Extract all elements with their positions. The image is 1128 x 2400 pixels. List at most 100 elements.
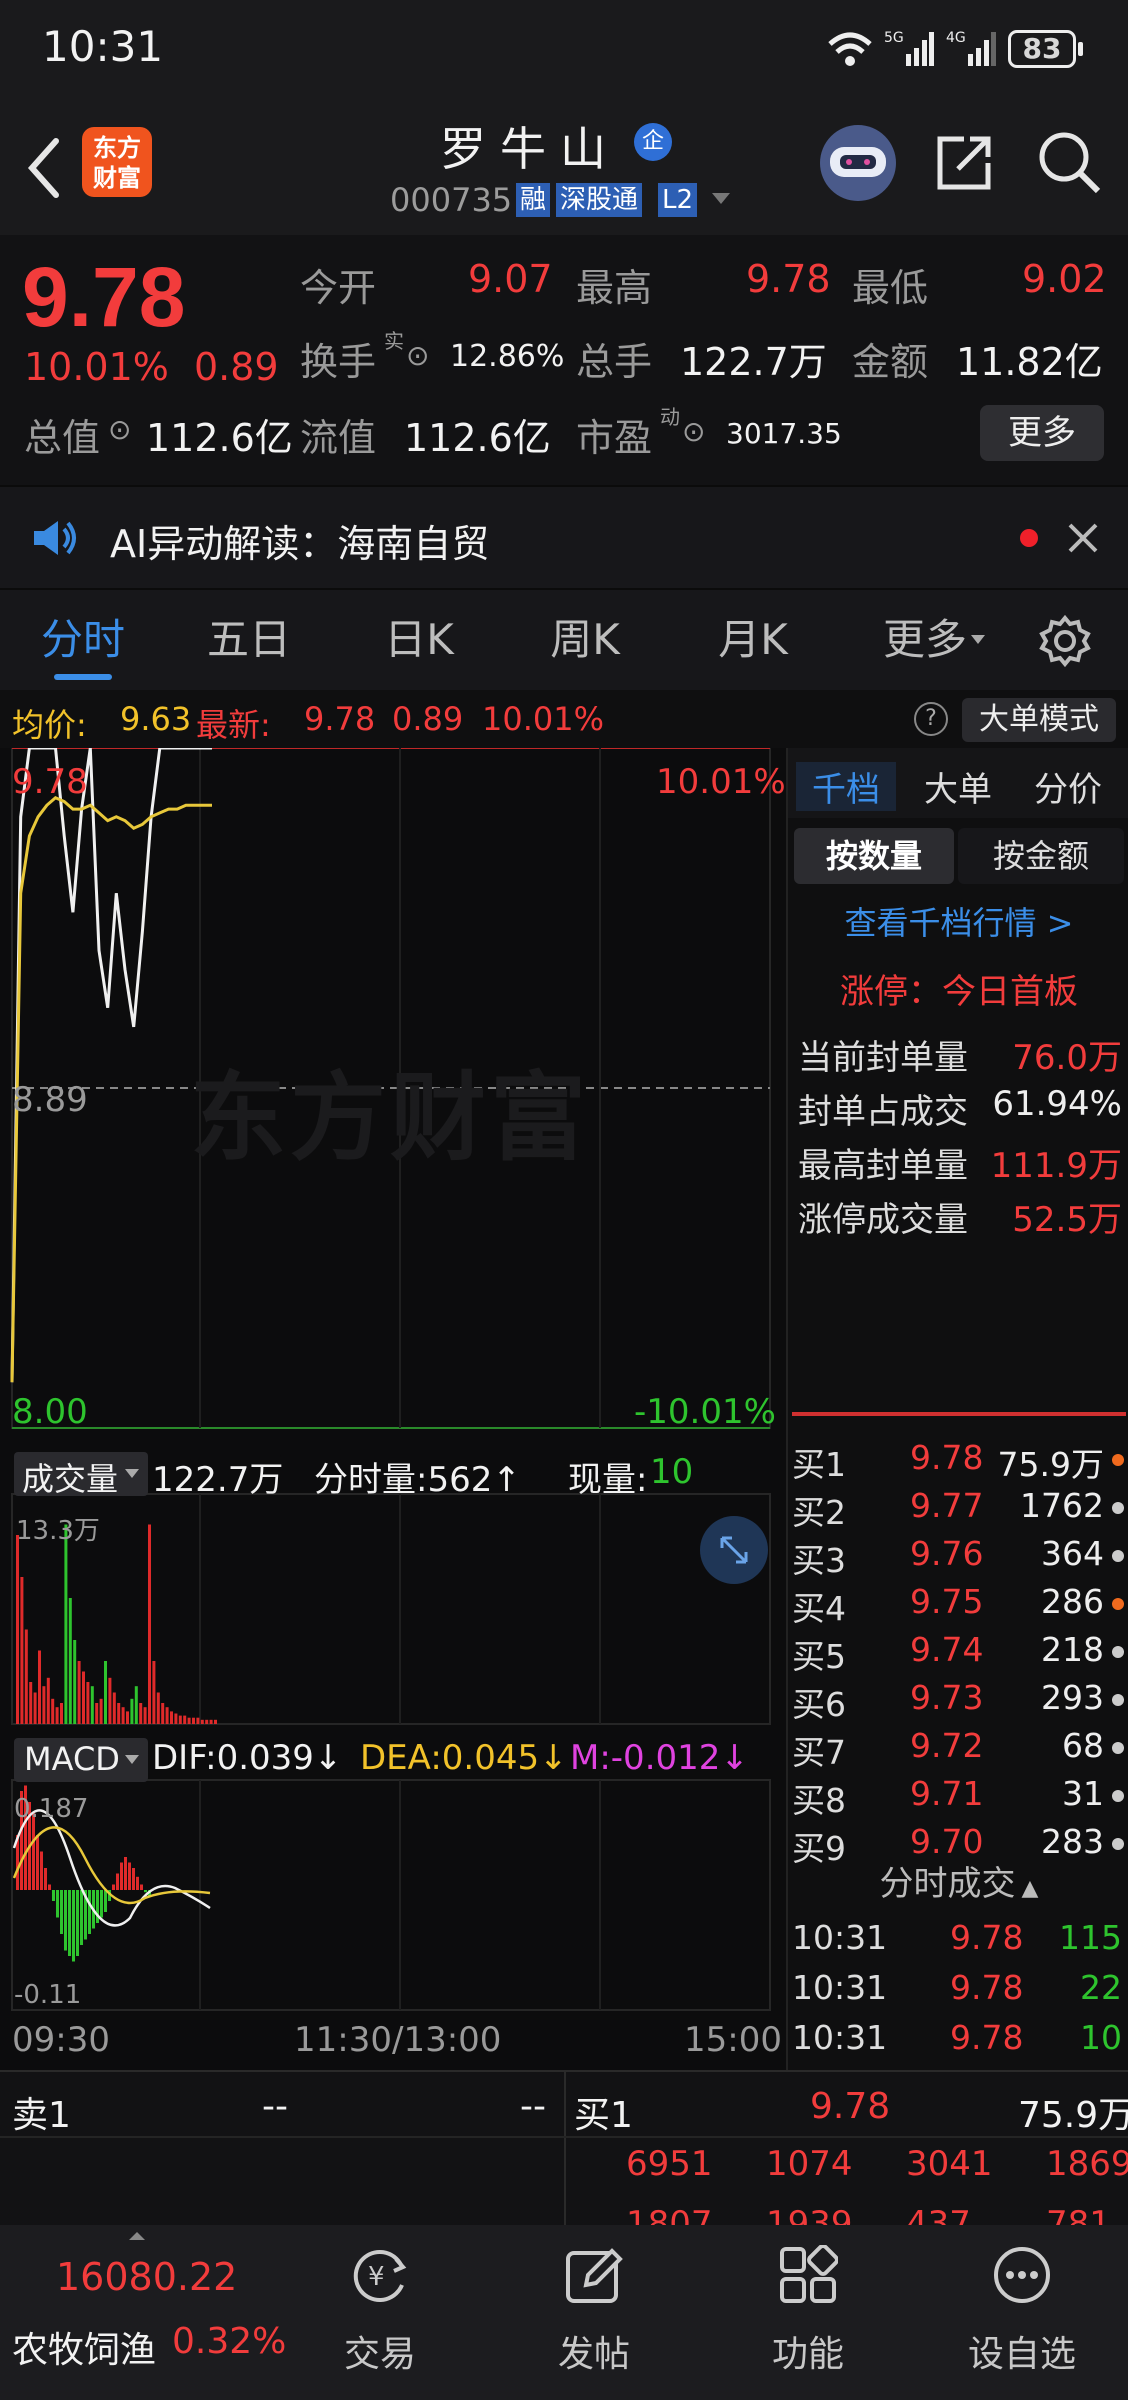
side-tabs: 千档 大单 分价 bbox=[788, 748, 1128, 818]
assistant-avatar-icon[interactable] bbox=[820, 125, 896, 201]
volume-bar bbox=[178, 1715, 182, 1724]
latest-change: 0.89 bbox=[392, 700, 464, 738]
macd-bar bbox=[128, 1862, 131, 1890]
macd-frame bbox=[11, 1779, 771, 2011]
macd-bar bbox=[120, 1862, 123, 1890]
macd-dea-line bbox=[12, 1826, 211, 1905]
current-price: 9.78 bbox=[22, 250, 186, 344]
chart-info-row: 均价: 9.63 最新: 9.78 0.89 10.01% ? 大单模式 bbox=[0, 690, 1128, 748]
macd-bar bbox=[140, 1884, 143, 1890]
trade-time: 10:31 bbox=[792, 2018, 888, 2057]
macd-bar bbox=[32, 1813, 35, 1890]
turnover-sup: 实 bbox=[384, 329, 404, 353]
unread-dot bbox=[1020, 529, 1038, 547]
bid-row[interactable]: 买5 9.74 218 bbox=[788, 1630, 1128, 1676]
dropdown-icon[interactable] bbox=[710, 191, 732, 207]
quote-panel: 9.78 10.01% 0.89 今开 9.07 最高 9.78 最低 9.02… bbox=[0, 235, 1128, 485]
amount-label: 金额 bbox=[852, 340, 929, 384]
price-line bbox=[10, 748, 212, 1383]
bid-row[interactable]: 买6 9.73 293 bbox=[788, 1678, 1128, 1724]
volume-now-label: 现量: bbox=[568, 1460, 648, 1500]
tab-weekly-k[interactable]: 周K bbox=[522, 590, 648, 690]
tab-five-day[interactable]: 五日 bbox=[186, 590, 312, 690]
volume-bar bbox=[104, 1661, 107, 1724]
y-max-label: 9.78 bbox=[12, 762, 88, 802]
bid-row[interactable]: 买3 9.76 364 bbox=[788, 1534, 1128, 1580]
nav-trade-label: 交易 bbox=[343, 2334, 416, 2375]
volume-bar bbox=[130, 1698, 134, 1724]
tab-daily-k[interactable]: 日K bbox=[356, 590, 482, 690]
big-order-mode-button[interactable]: 大单模式 bbox=[962, 698, 1116, 742]
close-icon[interactable] bbox=[1066, 521, 1100, 555]
macd-bar bbox=[64, 1890, 67, 1951]
tag-margin: 融 bbox=[516, 183, 551, 217]
macd-indicator-select[interactable]: MACD bbox=[14, 1738, 148, 1782]
bid-label: 买6 bbox=[792, 1685, 846, 1724]
change-amt: 0.89 bbox=[194, 345, 279, 389]
bid-row[interactable]: 买4 9.75 286 bbox=[788, 1582, 1128, 1628]
macd-bar bbox=[36, 1835, 39, 1890]
sub-tab-by-quantity[interactable]: 按数量 bbox=[794, 828, 954, 884]
app-logo[interactable]: 东方财富 bbox=[82, 127, 152, 197]
bid-row[interactable]: 买8 9.71 31 bbox=[788, 1774, 1128, 1820]
stock-code: 000735 bbox=[390, 181, 513, 219]
bid-row[interactable]: 买2 9.77 1762 bbox=[788, 1486, 1128, 1532]
bid-vol: 1762 bbox=[1020, 1486, 1104, 1525]
settings-gear-icon[interactable] bbox=[1038, 614, 1092, 668]
info-icon[interactable]: ⊙ bbox=[406, 339, 429, 372]
share-icon[interactable] bbox=[934, 131, 996, 193]
bid-row[interactable]: 买7 9.72 68 bbox=[788, 1726, 1128, 1772]
nav-add-watchlist[interactable]: 设自选 bbox=[922, 2225, 1122, 2400]
nav-add-watchlist-label: 设自选 bbox=[967, 2334, 1076, 2375]
back-icon[interactable] bbox=[24, 135, 64, 201]
more-dots-icon bbox=[994, 2247, 1050, 2303]
bid-row[interactable]: 买1 9.78 75.9万 bbox=[788, 1438, 1128, 1484]
macd-bar bbox=[88, 1890, 91, 1934]
info-icon-2[interactable]: ⊙ bbox=[108, 413, 131, 446]
tab-monthly-k[interactable]: 月K bbox=[690, 590, 816, 690]
bid-dot bbox=[1112, 1646, 1124, 1658]
macd-bar bbox=[100, 1890, 103, 1918]
info-icon-3[interactable]: ⊙ bbox=[682, 415, 705, 448]
side-tab-price[interactable]: 分价 bbox=[1018, 762, 1118, 811]
latest-pct: 10.01% bbox=[482, 700, 605, 738]
y-max-pct: 10.01% bbox=[656, 762, 786, 802]
period-tabs: 分时 五日 日K 周K 月K 更多 bbox=[0, 590, 1128, 690]
volume-indicator-select[interactable]: 成交量 bbox=[14, 1452, 148, 1498]
side-tab-depth[interactable]: 千档 bbox=[796, 762, 896, 811]
help-icon[interactable]: ? bbox=[914, 702, 948, 736]
ai-insight-bar[interactable]: AI异动解读：海南自贸 bbox=[0, 485, 1128, 590]
more-button[interactable]: 更多 bbox=[980, 405, 1104, 461]
macd-bar bbox=[80, 1890, 83, 1945]
open-label: 今开 bbox=[300, 266, 377, 310]
macd-bar bbox=[68, 1890, 71, 1956]
nav-trade[interactable]: ¥ 交易 bbox=[280, 2225, 480, 2400]
bid-price: 9.78 bbox=[910, 1438, 984, 1477]
battery-tip bbox=[1078, 42, 1083, 56]
search-icon[interactable] bbox=[1036, 129, 1102, 195]
bid-dot bbox=[1112, 1790, 1124, 1802]
nav-functions[interactable]: 功能 bbox=[708, 2225, 908, 2400]
depth-link[interactable]: 查看千档行情 > bbox=[788, 898, 1128, 944]
side-tab-big-order[interactable]: 大单 bbox=[908, 762, 1008, 811]
volume-bar bbox=[209, 1719, 213, 1724]
turnover-value: 12.86% bbox=[450, 339, 565, 374]
nav-post[interactable]: 发帖 bbox=[494, 2225, 694, 2400]
macd-dea: DEA:0.045↓ bbox=[360, 1738, 568, 1778]
queue-cell: 1939 bbox=[766, 2204, 853, 2227]
index-widget[interactable]: 16080.22 农牧饲渔 0.32% bbox=[0, 2225, 290, 2400]
bid-price: 9.72 bbox=[910, 1726, 984, 1765]
expand-icon[interactable] bbox=[700, 1516, 768, 1584]
volume-value: 122.7万 bbox=[680, 340, 827, 384]
sub-tab-by-amount[interactable]: 按金额 bbox=[958, 828, 1124, 884]
trades-title[interactable]: 分时成交 ▲ bbox=[788, 1856, 1128, 1905]
pe-label: 市盈 bbox=[576, 416, 653, 460]
volume-bar bbox=[42, 1686, 46, 1724]
bid-price: 9.73 bbox=[910, 1678, 984, 1717]
volume-minute: 分时量:562↑ bbox=[314, 1460, 521, 1500]
macd-bar bbox=[40, 1851, 43, 1890]
volume-bar bbox=[143, 1707, 147, 1724]
macd-bar bbox=[56, 1890, 59, 1918]
ai-insight-text: AI异动解读：海南自贸 bbox=[110, 522, 490, 566]
trades-title-text: 分时成交 bbox=[879, 1864, 1016, 1904]
